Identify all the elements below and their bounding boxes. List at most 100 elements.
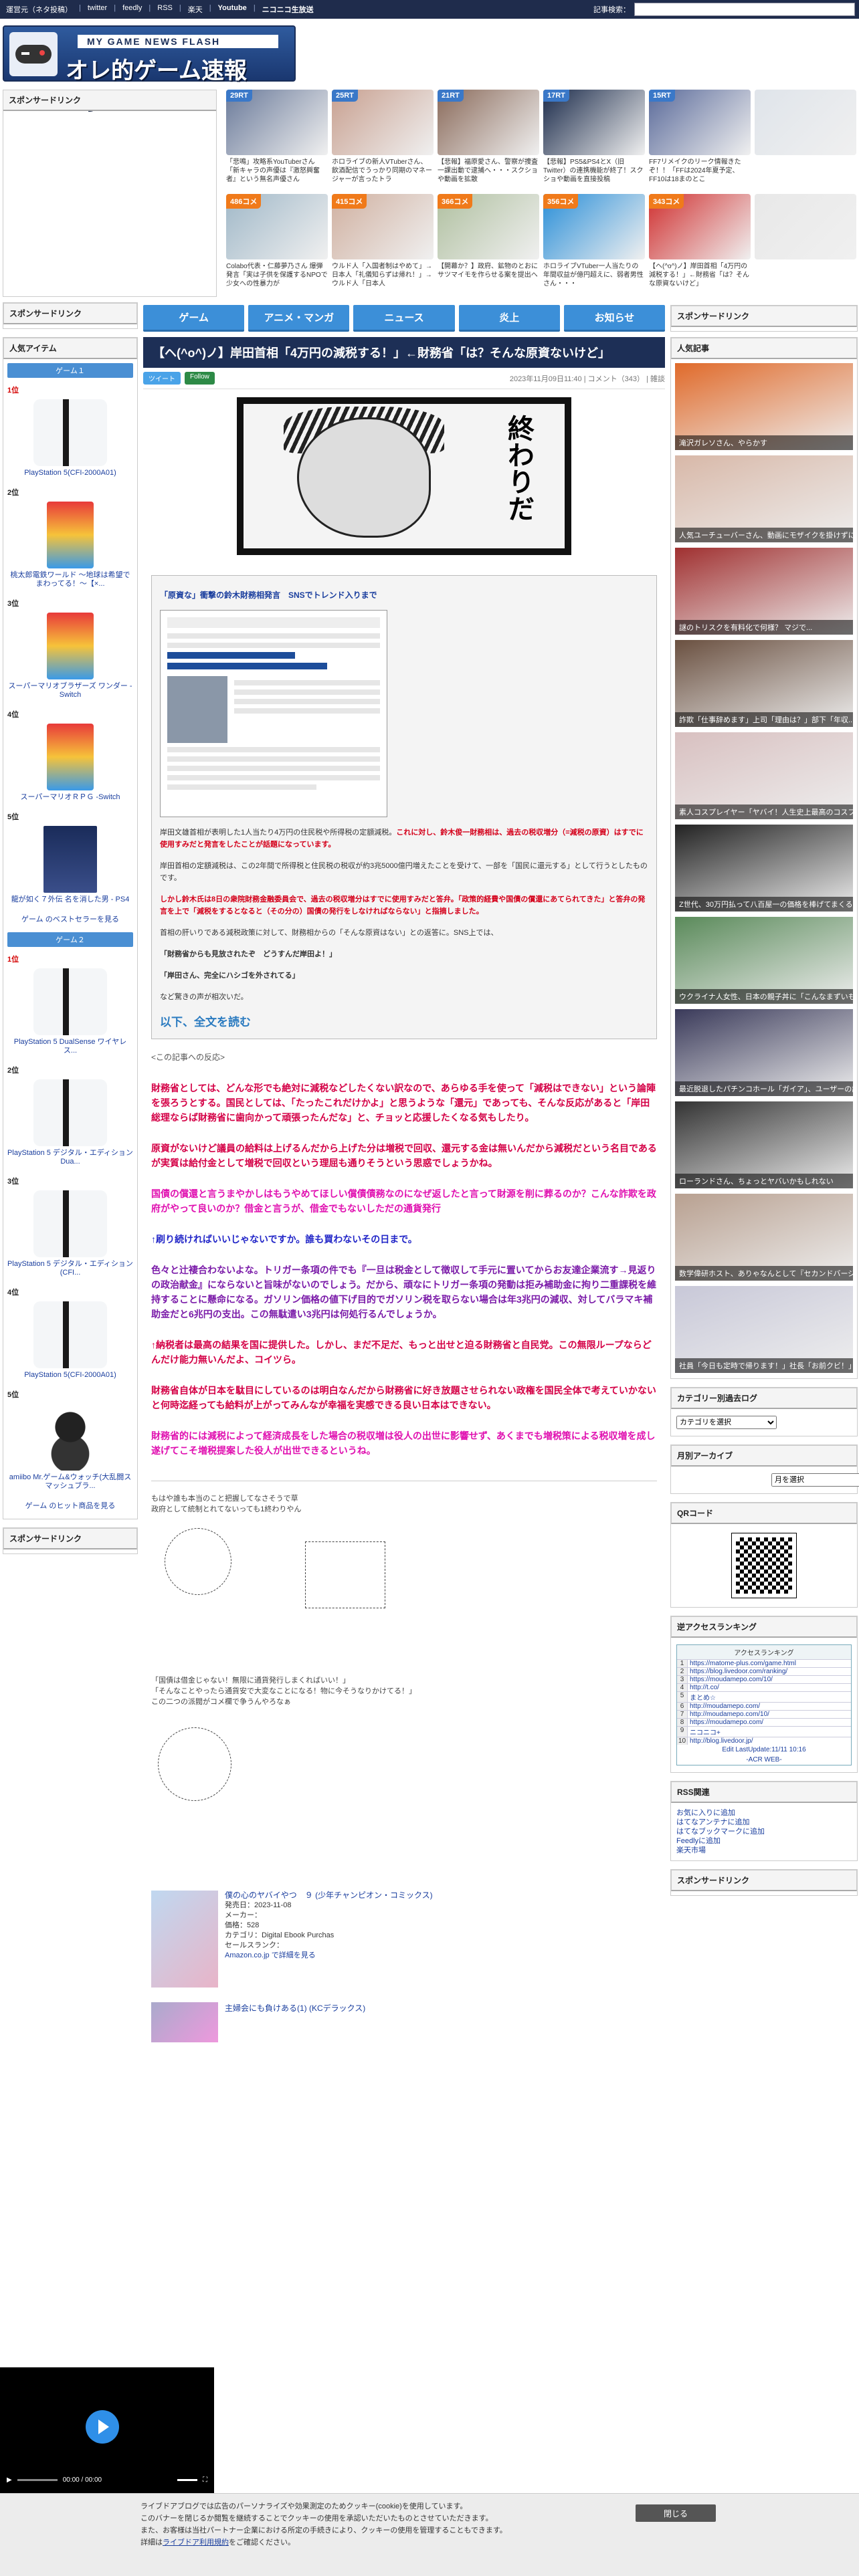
ranking-item[interactable]: 2位 PlayStation 5 デジタル・エディション Dua... — [7, 1065, 133, 1166]
popular-article[interactable]: 最近脱退したパチンコホール「ガイア」、ユーザーの評判最悪でも業績... — [675, 1009, 853, 1096]
antenna-caption[interactable]: FF7リメイクのリーク情報きたぞ！！「FFは2024年夏予定、FF10は18まの… — [649, 158, 751, 184]
ranking-item[interactable]: 3位 スーパーマリオブラザーズ ワンダー -Switch — [7, 598, 133, 700]
access-url[interactable]: https://blog.livedoor.com/ranking/ — [688, 1668, 851, 1675]
antenna-caption[interactable]: 【悲報】福原愛さん、警察が捜査一課出動で逮捕へ・・・スクショや動画を拡散 — [438, 158, 539, 184]
category-select[interactable]: カテゴリを選択 — [676, 1416, 777, 1429]
play-control-icon[interactable]: ▶ — [7, 2476, 12, 2484]
antenna-caption[interactable]: 【悲報】PS5&PS4とX（旧Twitter）の連携機能が終了！スクショや動画を… — [543, 158, 645, 184]
play-icon[interactable] — [86, 2410, 119, 2444]
product-name[interactable]: amiibo Mr.ゲーム&ウォッチ(大乱闘スマッシュブラ... — [7, 1473, 133, 1491]
ranking-item[interactable]: 4位 スーパーマリオＲＰＧ -Switch — [7, 709, 133, 802]
bestseller-link[interactable]: ゲーム のベストセラーを見る — [7, 914, 133, 924]
popular-article-title[interactable]: 滝沢ガレソさん、やらかす — [675, 435, 853, 450]
antenna-thumbnail[interactable]: 356コメ — [543, 194, 645, 259]
top-link-rakuten[interactable]: 楽天 — [186, 4, 205, 15]
popular-article[interactable]: 人気ユーチューバーさん、動画にモザイクを掛けずにうっかり... — [675, 455, 853, 542]
popular-article-title[interactable]: 最近脱退したパチンコホール「ガイア」、ユーザーの評判最悪でも業績... — [675, 1081, 853, 1096]
antenna-thumbnail[interactable]: 486コメ — [226, 194, 328, 259]
ranking-item[interactable]: 3位 PlayStation 5 デジタル・エディション(CFI... — [7, 1176, 133, 1277]
antenna-thumbnail[interactable]: 343コメ — [649, 194, 751, 259]
rss-link[interactable]: はてなアンテナに追加 — [676, 1818, 852, 1827]
product-name[interactable]: PlayStation 5 デジタル・エディション(CFI... — [7, 1260, 133, 1277]
antenna-card[interactable]: 17RT 【悲報】PS5&PS4とX（旧Twitter）の連携機能が終了！スクショ… — [543, 90, 645, 190]
popular-article-title[interactable]: ローランドさん、ちょっとヤバいかもしれない — [675, 1174, 853, 1188]
antenna-thumbnail[interactable]: 25RT — [332, 90, 434, 155]
antenna-card[interactable]: 366コメ 【開幕か？】政府、鉱物のとおにサツマイモを作らせる案を提出へ — [438, 194, 539, 294]
antenna-card[interactable]: 486コメ Colabo代表・仁藤夢乃さん 爆弾発言「実は子供を保護するNPOで少… — [226, 194, 328, 294]
tab-notice[interactable]: お知らせ — [563, 305, 666, 332]
antenna-thumbnail[interactable]: 17RT — [543, 90, 645, 155]
popular-article[interactable]: Z世代、30万円払って八百屋一の価格を棒げてまくる — [675, 825, 853, 911]
antenna-caption[interactable]: 【ヘ(^o^)ノ】岸田首相「4万円の減税する！」←財務省「は？そんな原資ないけど… — [649, 262, 751, 288]
tab-anime-manga[interactable]: アニメ・マンガ — [248, 305, 350, 332]
popular-article-title[interactable]: 素人コスプレイヤー「ヤバイ！人生史上最高のコスプレ写真撮れた！」 — [675, 804, 853, 819]
popular-article-title[interactable]: 社員「今日も定時で帰ります！」社長「お前クビ！」→... — [675, 1358, 853, 1373]
tab-game[interactable]: ゲーム — [143, 305, 245, 332]
antenna-thumbnail[interactable] — [755, 194, 856, 259]
popular-article-title[interactable]: ウクライナ人女性、日本の親子丼に「こんなまずいもの無理！行き止まり... — [675, 989, 853, 1004]
antenna-thumbnail[interactable]: 21RT — [438, 90, 539, 155]
antenna-thumbnail[interactable]: 366コメ — [438, 194, 539, 259]
rss-link[interactable]: 楽天市場 — [676, 1846, 852, 1855]
popular-article-title[interactable]: 人気ユーチューバーさん、動画にモザイクを掛けずにうっかり... — [675, 528, 853, 542]
search-input[interactable] — [634, 3, 855, 16]
ranking-item[interactable]: 5位 amiibo Mr.ゲーム&ウォッチ(大乱闘スマッシュブラ... — [7, 1389, 133, 1491]
popular-article-title[interactable]: Z世代、30万円払って八百屋一の価格を棒げてまくる — [675, 897, 853, 911]
antenna-card[interactable] — [755, 90, 856, 190]
access-url[interactable]: https://moudamepo.com/10/ — [688, 1676, 851, 1683]
top-link-feedly[interactable]: feedly — [120, 4, 144, 15]
antenna-card[interactable]: 21RT 【悲報】福原愛さん、警察が捜査一課出動で逮捕へ・・・スクショや動画を拡散 — [438, 90, 539, 190]
popular-article[interactable]: 滝沢ガレソさん、やらかす — [675, 363, 853, 450]
category-tag[interactable]: 雑談 — [650, 375, 665, 383]
product-name[interactable]: 龍が如く７外伝 名を消した男 - PS4 — [7, 895, 133, 904]
top-link-twitter[interactable]: twitter — [86, 4, 109, 15]
month-select[interactable]: 月を選択 — [771, 1473, 859, 1487]
access-footer-2[interactable]: -ACR WEB- — [677, 1755, 851, 1765]
ranking-item[interactable]: 1位 PlayStation 5(CFI-2000A01) — [7, 385, 133, 477]
ranking-item[interactable]: 4位 PlayStation 5(CFI-2000A01) — [7, 1287, 133, 1380]
product-image[interactable] — [33, 968, 107, 1035]
popular-article[interactable]: 謎のトリスクを有料化で何様？ マジで... — [675, 548, 853, 635]
product-cover[interactable] — [151, 1891, 218, 1988]
antenna-caption[interactable]: ホロライブの新人VTuberさん、飲酒配信でうっかり同期のマネージャーが言ったト… — [332, 158, 434, 184]
rss-link[interactable]: はてなブックマークに追加 — [676, 1827, 852, 1836]
product-title[interactable]: 僕の心のヤバイやつ ９ (少年チャンピオン・コミックス) — [225, 1891, 433, 1901]
hit-products-link[interactable]: ゲーム のヒット商品を見る — [7, 1500, 133, 1511]
antenna-thumbnail[interactable]: 29RT — [226, 90, 328, 155]
product-image[interactable] — [33, 1301, 107, 1368]
access-url[interactable]: http://t.co/ — [688, 1684, 851, 1691]
popular-article-title[interactable]: 詐欺「仕事辞めます」上司「理由は？」部下「年収... — [675, 712, 853, 727]
popular-article-title[interactable]: 数学偉研ホスト、ありゃなんとして『セカンドバージン』化をご... — [675, 1266, 853, 1281]
ranking-item[interactable]: 1位 PlayStation 5 DualSense ワイヤレス... — [7, 954, 133, 1055]
video-player[interactable]: ▶ 00:00 / 00:00 ⛶ — [0, 2367, 214, 2493]
antenna-caption[interactable] — [755, 262, 856, 288]
antenna-caption[interactable] — [755, 158, 856, 184]
top-link-youtube[interactable]: Youtube — [216, 4, 249, 15]
antenna-caption[interactable]: Colabo代表・仁藤夢乃さん 爆弾発言「実は子供を保護するNPOで少女への性暴… — [226, 262, 328, 288]
product-image[interactable] — [33, 1190, 107, 1257]
access-footer[interactable]: Edit LastUpdate:11/11 10:16 — [677, 1745, 851, 1755]
terms-link[interactable]: ライブドア利用規約 — [163, 2539, 229, 2547]
antenna-card[interactable]: 356コメホロライブVTuber一人当たりの年間収益が億円超えに、弱者男性さん・… — [543, 194, 645, 294]
antenna-thumbnail[interactable]: 415コメ — [332, 194, 434, 259]
product-cover[interactable] — [151, 2002, 218, 2042]
rss-link[interactable]: Feedlyに追加 — [676, 1836, 852, 1846]
antenna-card[interactable]: 343コメ【ヘ(^o^)ノ】岸田首相「4万円の減税する！」←財務省「は？そんな原… — [649, 194, 751, 294]
product-image[interactable] — [33, 399, 107, 466]
antenna-caption[interactable]: ウルド人「入国者制はやめて」→日本人「礼儀知らずは帰れ！」→ウルド人「日本人 — [332, 262, 434, 288]
amazon-link[interactable]: Amazon.co.jp で詳細を見る — [225, 1951, 433, 1961]
source-link[interactable]: 「原資な」衝撃の鈴木財務相発言 SNSでトレンド入りまで — [160, 589, 648, 601]
antenna-caption[interactable]: ホロライブVTuber一人当たりの年間収益が億円超えに、弱者男性さん・・・ — [543, 262, 645, 288]
access-url[interactable]: まとめ☆ — [688, 1692, 851, 1702]
product-image[interactable] — [47, 613, 94, 679]
top-link-rss[interactable]: RSS — [155, 4, 175, 15]
product-name[interactable]: PlayStation 5(CFI-2000A01) — [7, 1371, 133, 1380]
antenna-card[interactable]: 29RT 「悲鳴」攻略系YouTuberさん「新キャラの声優は『激怒興奮者』という… — [226, 90, 328, 190]
product-image[interactable] — [47, 502, 94, 568]
product-image[interactable] — [43, 826, 97, 893]
product-title[interactable]: 主婦会にも負けある(1) (KCデラックス) — [225, 2002, 365, 2042]
seek-bar[interactable] — [17, 2478, 58, 2481]
comment-count-link[interactable]: コメント（343） — [588, 375, 644, 383]
tab-news[interactable]: ニュース — [353, 305, 455, 332]
product-image[interactable] — [33, 1404, 107, 1471]
